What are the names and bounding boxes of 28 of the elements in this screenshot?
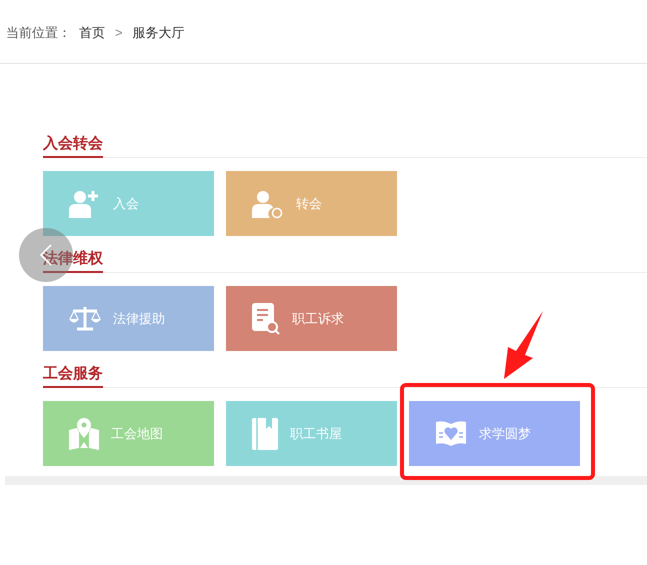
service-tile[interactable]: 工会地图 [43, 401, 214, 466]
tile-label: 工会地图 [111, 424, 163, 443]
service-tile[interactable]: 职工书屋 [226, 401, 397, 466]
user-refresh-icon [252, 188, 284, 218]
add-user-icon [69, 188, 101, 218]
breadcrumb-link[interactable]: 首页 [79, 22, 105, 42]
previous-button[interactable] [19, 228, 73, 282]
section-title: 工会服务 [43, 364, 103, 388]
service-tile[interactable]: 转会 [226, 171, 397, 236]
scales-icon [69, 304, 101, 332]
section-title: 入会转会 [43, 134, 103, 158]
breadcrumb-label: 当前位置： [6, 24, 71, 42]
tile-label: 职工书屋 [290, 424, 342, 443]
document-search-icon [252, 302, 280, 334]
book-icon [252, 418, 278, 450]
tile-label: 职工诉求 [292, 310, 344, 328]
service-tile[interactable]: 求学圆梦 [409, 401, 580, 466]
tile-label: 法律援助 [113, 310, 165, 328]
breadcrumb-separator: > [115, 24, 123, 42]
map-pin-icon [69, 418, 99, 450]
service-tile[interactable]: 法律援助 [43, 286, 214, 351]
tile-label: 入会 [113, 194, 139, 213]
service-tile[interactable]: 职工诉求 [226, 286, 397, 351]
book-heart-icon [435, 420, 467, 448]
tile-label: 求学圆梦 [479, 424, 531, 443]
tile-label: 转会 [296, 194, 322, 213]
service-tile[interactable]: 入会 [43, 171, 214, 236]
pointer-arrow [504, 311, 543, 379]
